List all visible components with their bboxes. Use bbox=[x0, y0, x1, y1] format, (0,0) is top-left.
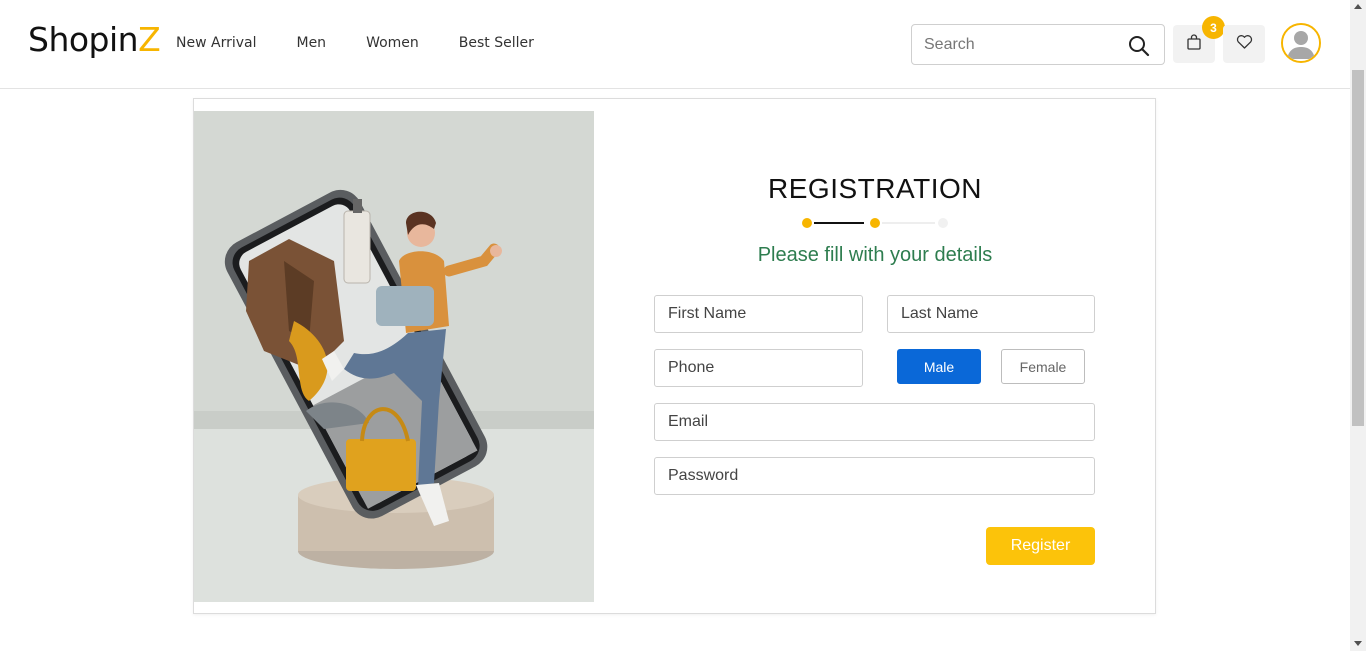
brand-logo-main: Shopin bbox=[28, 20, 139, 59]
top-header: ShopinZ New Arrival Men Women Best Selle… bbox=[0, 0, 1350, 89]
last-name-field[interactable] bbox=[887, 295, 1095, 333]
brand-logo[interactable]: ShopinZ bbox=[28, 20, 161, 59]
nav-item-new-arrival[interactable]: New Arrival bbox=[176, 35, 256, 51]
registration-card: REGISTRATION Please fill with your detai… bbox=[193, 98, 1156, 614]
phone-field[interactable] bbox=[654, 349, 863, 387]
nav-item-women[interactable]: Women bbox=[366, 35, 419, 51]
user-avatar[interactable] bbox=[1281, 23, 1321, 63]
scroll-up-arrow-icon[interactable] bbox=[1354, 4, 1362, 9]
heart-icon bbox=[1236, 34, 1253, 55]
registration-subtitle: Please fill with your details bbox=[757, 244, 993, 266]
password-field[interactable] bbox=[654, 457, 1095, 495]
first-name-field[interactable] bbox=[654, 295, 863, 333]
nav-item-best-seller[interactable]: Best Seller bbox=[459, 35, 534, 51]
gender-male-button[interactable]: Male bbox=[897, 349, 981, 384]
search-input[interactable] bbox=[924, 34, 1124, 56]
nav-item-men[interactable]: Men bbox=[296, 35, 326, 51]
hero-image bbox=[194, 111, 594, 602]
main-nav: New Arrival Men Women Best Seller bbox=[176, 35, 574, 51]
gender-female-button[interactable]: Female bbox=[1001, 349, 1085, 384]
user-avatar-icon bbox=[1283, 25, 1319, 61]
step-indicator bbox=[802, 215, 952, 228]
scroll-thumb[interactable] bbox=[1352, 70, 1364, 426]
register-button[interactable]: Register bbox=[986, 527, 1095, 565]
search-box bbox=[911, 24, 1165, 65]
cart-count-badge: 3 bbox=[1202, 16, 1225, 39]
registration-form: REGISTRATION Please fill with your detai… bbox=[654, 99, 1096, 615]
registration-title: REGISTRATION bbox=[768, 173, 982, 204]
email-field[interactable] bbox=[654, 403, 1095, 441]
scroll-down-arrow-icon[interactable] bbox=[1354, 641, 1362, 646]
wishlist-button[interactable] bbox=[1223, 25, 1265, 63]
page-scrollbar[interactable] bbox=[1350, 0, 1366, 651]
shopping-bag-icon bbox=[1186, 33, 1202, 55]
brand-logo-accent: Z bbox=[138, 20, 161, 59]
search-icon[interactable] bbox=[1128, 35, 1150, 57]
